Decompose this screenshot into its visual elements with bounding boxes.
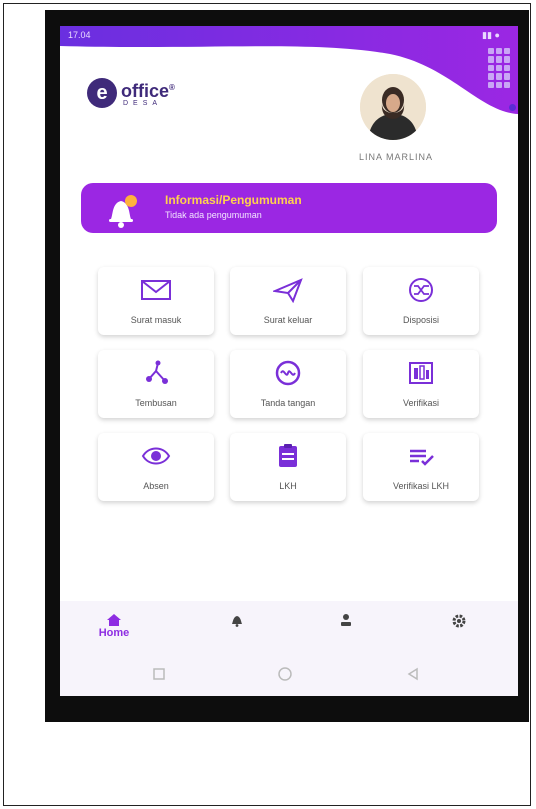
settings-icon <box>452 614 466 628</box>
logo-badge: e <box>87 78 117 108</box>
shuffle-icon <box>409 278 433 302</box>
user-name: LINA MARLINA <box>358 152 434 162</box>
menu-tembusan[interactable]: Tembusan <box>98 350 214 418</box>
status-bar: 17.04 ▮▮ ● <box>60 26 518 46</box>
menu-label: Surat masuk <box>130 315 182 325</box>
menu-tanda-tangan[interactable]: Tanda tangan <box>230 350 346 418</box>
menu-label: Verifikasi LKH <box>392 481 450 491</box>
clipboard-icon <box>279 444 297 467</box>
menu-absen[interactable]: Absen <box>98 433 214 501</box>
system-nav-bar <box>60 653 518 696</box>
status-time: 17.04 <box>68 30 91 40</box>
back-icon[interactable] <box>406 667 420 681</box>
share-nodes-icon <box>146 360 168 384</box>
announcement-title: Informasi/Pengumuman <box>165 193 302 207</box>
menu-disposisi[interactable]: Disposisi <box>363 267 479 335</box>
recent-apps-icon[interactable] <box>152 667 166 681</box>
eye-icon <box>141 447 171 465</box>
avatar[interactable] <box>360 74 426 140</box>
menu-label: Disposisi <box>402 315 439 325</box>
menu-label: Verifikasi <box>402 398 439 408</box>
menu-label: Tanda tangan <box>260 398 316 408</box>
envelope-icon <box>141 280 171 300</box>
logo-name: office® <box>121 81 175 101</box>
list-check-icon <box>410 449 434 466</box>
notification-dot <box>509 104 516 111</box>
home-system-icon[interactable] <box>276 667 294 681</box>
home-icon <box>107 614 121 626</box>
nav-settings[interactable] <box>445 613 473 649</box>
paper-plane-icon <box>273 278 303 303</box>
nav-home[interactable]: Home <box>94 613 134 649</box>
menu-verifikasi-lkh[interactable]: Verifikasi LKH <box>363 433 479 501</box>
announcement-subtitle: Tidak ada pengumuman <box>165 210 262 220</box>
profile-icon <box>341 614 351 626</box>
announcement-banner[interactable]: Informasi/Pengumuman Tidak ada pengumuma… <box>81 183 497 233</box>
app-screen: 17.04 ▮▮ ● e office® DESA LINA MARLINA I… <box>60 26 518 696</box>
signature-icon <box>275 360 301 386</box>
verify-icon <box>409 362 433 384</box>
menu-verifikasi[interactable]: Verifikasi <box>363 350 479 418</box>
grid-menu-icon[interactable] <box>488 48 510 88</box>
nav-notifications[interactable] <box>223 613 251 649</box>
menu-surat-masuk[interactable]: Surat masuk <box>98 267 214 335</box>
bell-icon <box>232 616 242 627</box>
bottom-navigation: Home <box>60 601 518 653</box>
nav-profile[interactable] <box>332 613 360 649</box>
bell-icon <box>109 195 137 228</box>
status-icons: ▮▮ ● <box>482 30 500 40</box>
menu-label: LKH <box>279 481 297 491</box>
menu-label: Surat keluar <box>263 315 313 325</box>
app-logo: e office® DESA <box>87 78 175 108</box>
menu-label: Tembusan <box>135 398 177 408</box>
nav-home-label: Home <box>98 627 130 639</box>
menu-label: Absen <box>143 481 169 491</box>
menu-surat-keluar[interactable]: Surat keluar <box>230 267 346 335</box>
logo-sub: DESA <box>123 100 163 107</box>
menu-lkh[interactable]: LKH <box>230 433 346 501</box>
